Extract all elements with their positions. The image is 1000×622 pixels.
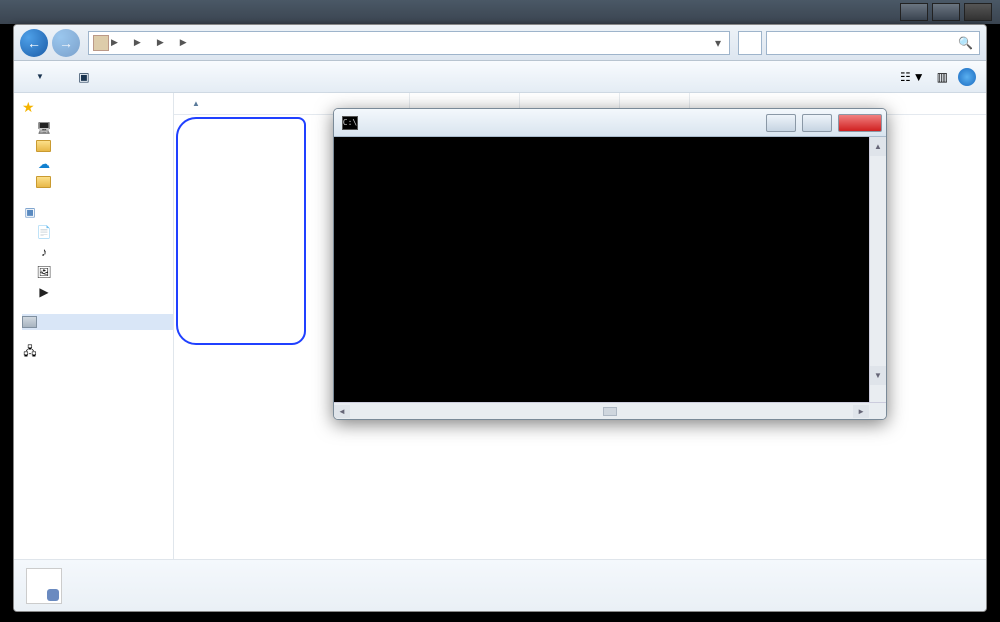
folder-icon (36, 176, 51, 188)
nav-item-downloads[interactable] (22, 138, 173, 154)
nav-item-desktop[interactable]: 🖥 (22, 118, 173, 138)
pictures-icon: 🖼 (36, 264, 52, 280)
address-bar[interactable]: ▶ ▶ ▶ ▶ ▾ (88, 31, 730, 55)
cmd-minimize-button[interactable] (766, 114, 796, 132)
star-icon: ★ (22, 99, 35, 116)
crumb-sep-icon: ▶ (180, 37, 187, 48)
videos-icon: ▶ (36, 284, 52, 300)
nav-favorites-header[interactable]: ★ (22, 97, 173, 118)
nav-item-videos[interactable]: ▶ (22, 282, 173, 302)
outer-minimize-button[interactable] (900, 3, 928, 21)
view-options-button[interactable]: ☷▼ (898, 68, 927, 86)
cmd-output[interactable] (334, 137, 886, 402)
preview-pane-icon: ▥ (937, 70, 948, 84)
nav-item-recent[interactable] (22, 174, 173, 190)
nav-libraries-header[interactable]: ▣ (22, 202, 173, 222)
outer-titlebar (0, 0, 1000, 24)
libraries-icon: ▣ (22, 204, 38, 220)
music-icon: ♪ (36, 244, 52, 260)
view-icon: ☷ (900, 70, 911, 84)
cmd-window[interactable]: C:\ (333, 108, 887, 420)
help-button[interactable] (958, 68, 976, 86)
cmd-vertical-scrollbar[interactable] (869, 137, 886, 402)
refresh-button[interactable] (738, 31, 762, 55)
onedrive-icon: ☁ (36, 156, 52, 172)
new-folder-button[interactable] (120, 75, 136, 79)
outer-close-button[interactable] (964, 3, 992, 21)
cmd-titlebar[interactable]: C:\ (334, 109, 886, 137)
preview-pane-button[interactable]: ▥ (935, 68, 950, 86)
breadcrumb-computer[interactable] (120, 42, 132, 44)
document-icon: 📄 (36, 224, 52, 240)
file-thumbnail-icon (26, 568, 62, 604)
crumb-sep-icon: ▶ (134, 37, 141, 48)
sort-asc-icon: ▲ (192, 99, 200, 108)
search-input[interactable]: 🔍 (766, 31, 980, 55)
navigation-pane: ★ 🖥 ☁ ▣ 📄 ♪ 🖼 ▶ 🖧 (14, 93, 174, 559)
nav-back-button[interactable]: ← (20, 29, 48, 57)
desktop-icon: 🖥 (36, 120, 52, 136)
nav-item-pictures[interactable]: 🖼 (22, 262, 173, 282)
details-pane (14, 559, 986, 611)
address-dropdown-icon[interactable]: ▾ (711, 36, 725, 50)
cmd-horizontal-scrollbar[interactable] (334, 402, 886, 419)
organize-menu[interactable]: ▼ (24, 70, 52, 83)
computer-icon (22, 316, 37, 328)
nav-item-music[interactable]: ♪ (22, 242, 173, 262)
breadcrumb-drive[interactable] (143, 42, 155, 44)
command-toolbar: ▼ ▣ ☷▼ ▥ (14, 61, 986, 93)
cmd-close-button[interactable] (838, 114, 882, 132)
crumb-sep-icon: ▶ (111, 37, 118, 48)
folder-icon (36, 140, 51, 152)
outer-maximize-button[interactable] (932, 3, 960, 21)
search-icon: 🔍 (958, 36, 973, 50)
nav-forward-button[interactable]: → (52, 29, 80, 57)
breadcrumb-folder[interactable] (166, 42, 178, 44)
nav-bar: ← → ▶ ▶ ▶ ▶ ▾ 🔍 (14, 25, 986, 61)
open-with-icon: ▣ (76, 69, 92, 85)
cmd-icon: C:\ (342, 116, 358, 130)
open-with-button[interactable]: ▣ (68, 67, 104, 87)
nav-item-documents[interactable]: 📄 (22, 222, 173, 242)
network-icon: 🖧 (22, 344, 38, 360)
desktop-frame: ← → ▶ ▶ ▶ ▶ ▾ 🔍 ▼ ▣ (0, 0, 1000, 622)
scrollbar-thumb[interactable] (603, 407, 617, 416)
cmd-maximize-button[interactable] (802, 114, 832, 132)
folder-root-icon (93, 35, 109, 51)
blue-circle-annotation (176, 117, 306, 345)
crumb-sep-icon: ▶ (157, 37, 164, 48)
nav-item-onedrive[interactable]: ☁ (22, 154, 173, 174)
nav-item-computer[interactable] (22, 314, 173, 330)
nav-item-network[interactable]: 🖧 (22, 342, 173, 362)
